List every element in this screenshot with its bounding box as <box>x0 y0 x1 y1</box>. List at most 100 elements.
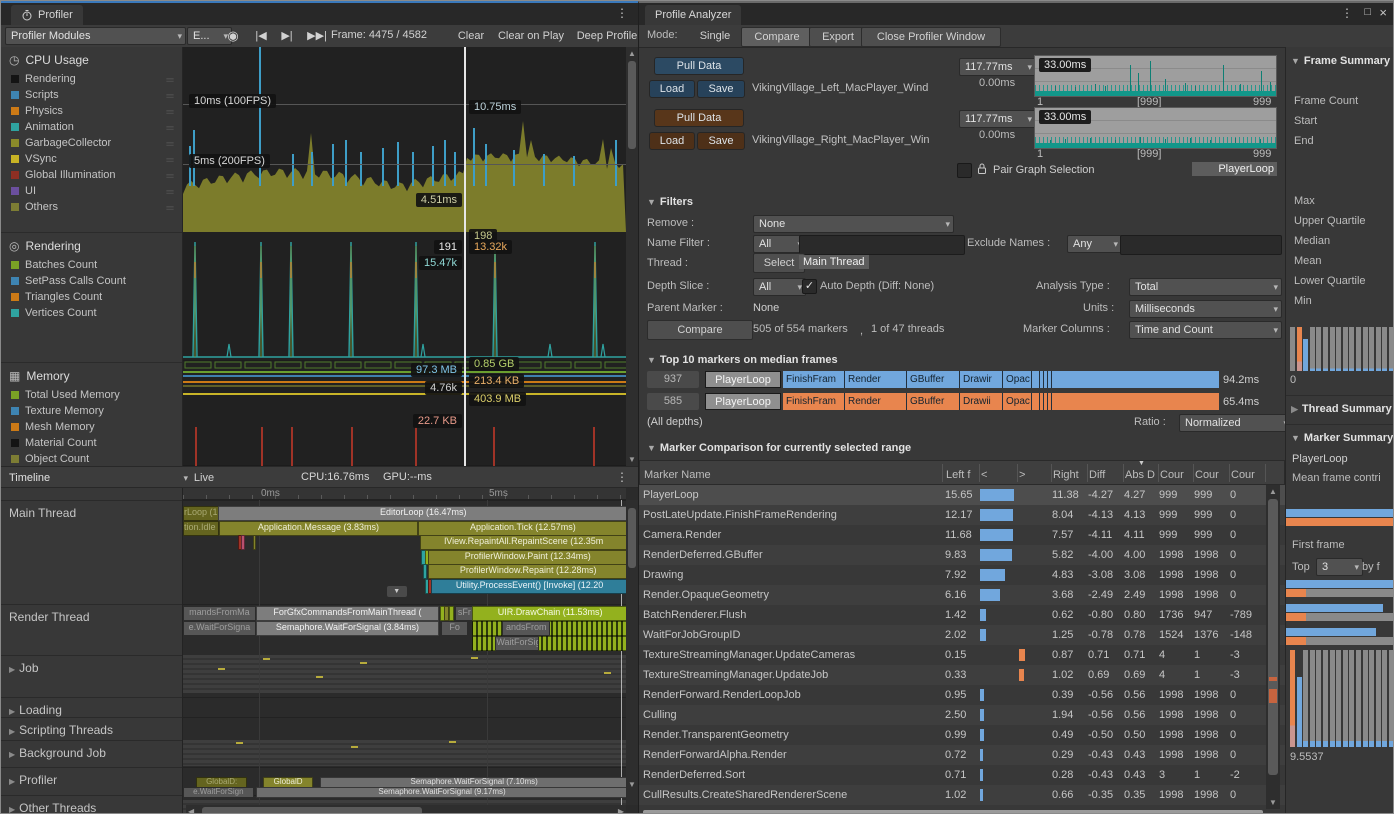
timeline-block[interactable]: EditorLoop (16.47ms) <box>218 506 626 521</box>
mode-single-button[interactable]: Single <box>687 27 743 45</box>
timeline-hscrollbar-thumb[interactable] <box>202 807 422 814</box>
column-header-cour[interactable]: Cour <box>1160 465 1191 485</box>
marker-table-scrollbar[interactable]: ▲ ▼ <box>1266 485 1280 809</box>
exclude-mode-dropdown[interactable]: Any <box>1067 235 1122 253</box>
legend-others[interactable]: Others＝ <box>1 199 182 215</box>
analysis-type-dropdown[interactable]: Total <box>1129 278 1282 296</box>
name-filter-input[interactable] <box>799 235 965 255</box>
column-header-cour[interactable]: Cour <box>1195 465 1227 485</box>
export-button[interactable]: Export <box>809 27 867 47</box>
column-header-col3[interactable]: > <box>1019 465 1049 485</box>
thread-value[interactable]: Main Thread <box>799 255 869 269</box>
table-row[interactable]: Render.TransparentGeometry0.990.49-0.500… <box>639 725 1285 745</box>
load-left-button[interactable]: Load <box>649 80 695 98</box>
timeline-block[interactable] <box>449 606 454 621</box>
marker-histogram[interactable] <box>1290 650 1394 747</box>
top10-segments[interactable]: FinishFramRenderGBufferDrawirOpac <box>783 371 1219 388</box>
legend-vsync[interactable]: VSync＝ <box>1 151 182 167</box>
timeline-scroll-down-icon[interactable]: ▼ <box>626 780 638 789</box>
live-button[interactable]: Live <box>185 469 223 487</box>
frame-summary-header[interactable]: ▼Frame Summary <box>1291 55 1394 67</box>
close-icon[interactable]: × <box>1379 5 1387 20</box>
legend-physics[interactable]: Physics＝ <box>1 103 182 119</box>
timeline-track[interactable]: rLoop (1.6EditorLoop (16.47ms)tion.Idle … <box>183 500 626 814</box>
timeline-scrollbar-thumb[interactable] <box>628 508 636 568</box>
timeline-block[interactable]: WaitForSig <box>495 636 539 651</box>
cpu-usage-chart[interactable] <box>183 47 626 232</box>
auto-depth-checkbox[interactable]: ✓ <box>802 279 817 294</box>
expand-row-button[interactable]: ▼ <box>387 586 407 597</box>
timeline-block[interactable]: Semaphore.WaitForSignal (3.84ms) <box>256 621 440 636</box>
pair-graph-checkbox[interactable] <box>957 163 972 178</box>
column-header-left-f[interactable]: Left f <box>946 465 977 485</box>
filters-header[interactable]: ▼Filters <box>647 196 693 208</box>
collapse-icon[interactable]: ▶ <box>9 805 15 814</box>
units-dropdown[interactable]: Milliseconds <box>1129 300 1282 318</box>
analyzer-menu-icon[interactable]: ⋮ <box>1341 6 1353 20</box>
legend-mesh-memory[interactable]: Mesh Memory <box>1 419 182 435</box>
column-header-cour[interactable]: Cour <box>1231 465 1263 485</box>
sort-indicator-icon[interactable]: ▼ <box>1138 460 1145 467</box>
collapse-icon[interactable]: ▶ <box>9 750 15 759</box>
legend-triangles-count[interactable]: Triangles Count <box>1 289 182 305</box>
frames-graph-left[interactable]: 33.00ms <box>1034 55 1277 97</box>
timeline-block[interactable]: Semaphore.WaitForSignal (9.17ms) <box>256 787 626 798</box>
thread-row-profiler[interactable]: ▶Profiler <box>1 773 190 787</box>
top10-root-marker[interactable]: PlayerLoop <box>705 393 781 410</box>
table-row[interactable]: TextureStreamingManager.UpdateCameras0.1… <box>639 645 1285 665</box>
save-left-button[interactable]: Save <box>697 80 745 98</box>
legend-rendering[interactable]: Rendering＝ <box>1 71 182 87</box>
selected-frame-line[interactable] <box>464 47 466 466</box>
marker-comparison-header[interactable]: ▼Marker Comparison for currently selecte… <box>647 442 911 454</box>
thread-row-main-thread[interactable]: Main Thread <box>1 506 190 520</box>
timeline-block[interactable]: mandsFromMa <box>183 606 256 621</box>
timeline-block[interactable]: lView.RepaintAll.RepaintScene (12.35m <box>420 535 626 550</box>
timeline-block[interactable]: ProfilerWindow.Paint (12.34ms) <box>428 550 626 565</box>
drag-handle-icon[interactable]: ＝ <box>165 168 176 183</box>
pull-data-right-button[interactable]: Pull Data <box>654 109 744 127</box>
top-n-dropdown[interactable]: 3 <box>1316 558 1363 576</box>
legend-batches-count[interactable]: Batches Count <box>1 257 182 273</box>
marker-summary-header[interactable]: ▼Marker Summary <box>1291 432 1394 444</box>
timeline-block[interactable]: GlobalD <box>263 777 314 788</box>
collapse-icon[interactable]: ▶ <box>9 707 15 716</box>
thread-row-render-thread[interactable]: Render Thread <box>1 610 190 624</box>
timeline-view-dropdown[interactable]: Timeline <box>3 469 192 487</box>
table-row[interactable]: Culling2.501.94-0.560.56199819980 <box>639 705 1285 725</box>
column-header-col2[interactable]: < <box>981 465 1015 485</box>
scroll-up-icon[interactable]: ▲ <box>626 49 638 58</box>
timeline-block[interactable] <box>423 564 427 579</box>
scroll-down-icon[interactable]: ▼ <box>626 455 638 464</box>
marker-columns-dropdown[interactable]: Time and Count <box>1129 321 1282 339</box>
timeline-block[interactable]: Semaphore.WaitForSignal (7.10ms) <box>320 777 626 788</box>
thread-row-other-threads[interactable]: ▶Other Threads <box>1 801 190 814</box>
table-row[interactable]: BatchRenderer.Flush1.420.62-0.800.801736… <box>639 605 1285 625</box>
legend-garbagecollector[interactable]: GarbageCollector＝ <box>1 135 182 151</box>
timeline-block[interactable]: andsFrom <box>502 621 551 636</box>
hscroll-right-icon[interactable]: ▶ <box>618 807 624 814</box>
collapse-icon[interactable]: ▶ <box>9 665 15 674</box>
profiler-charts[interactable]: 10ms (100FPS)5ms (200FPS)10.75ms4.51ms19… <box>183 47 626 466</box>
legend-material-count[interactable]: Material Count <box>1 435 182 451</box>
timeline-block[interactable]: Application.Message (3.83ms) <box>219 521 418 536</box>
legend-texture-memory[interactable]: Texture Memory <box>1 403 182 419</box>
table-row[interactable]: RenderDeferred.Sort0.710.28-0.430.4331-2 <box>639 765 1285 785</box>
timeline-block[interactable]: ForGfxCommandsFromMainThread ( <box>256 606 440 621</box>
drag-handle-icon[interactable]: ＝ <box>165 72 176 87</box>
timeline-block[interactable]: rLoop (1.6 <box>183 506 219 521</box>
timeline-block[interactable]: UIR.DrawChain (11.53ms) <box>472 606 626 621</box>
profiler-menu-icon[interactable]: ⋮ <box>616 6 628 20</box>
table-row[interactable]: TextureStreamingManager.UpdateJob0.331.0… <box>639 665 1285 685</box>
close-profiler-window-button[interactable]: Close Profiler Window <box>861 27 1001 47</box>
range-max-left-dropdown[interactable]: 117.77ms <box>959 58 1036 76</box>
pull-data-left-button[interactable]: Pull Data <box>654 57 744 75</box>
thread-row-loading[interactable]: ▶Loading <box>1 703 190 717</box>
top10-header[interactable]: ▼Top 10 markers on median frames <box>647 354 838 366</box>
table-row[interactable]: RenderForward.RenderLoopJob0.950.39-0.56… <box>639 685 1285 705</box>
marker-table-thumb[interactable] <box>1268 499 1278 775</box>
maximize-icon[interactable]: □ <box>1364 6 1371 18</box>
profiler-modules-dropdown[interactable]: Profiler Modules <box>5 27 186 45</box>
collapse-icon[interactable]: ▶ <box>9 777 15 786</box>
table-row[interactable]: PostLateUpdate.FinishFrameRendering12.17… <box>639 505 1285 525</box>
timeline-block[interactable]: sFr <box>455 606 473 621</box>
